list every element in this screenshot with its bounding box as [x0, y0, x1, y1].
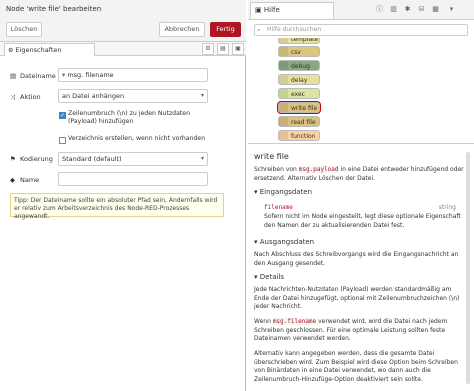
- done-button[interactable]: Fertig: [210, 22, 241, 37]
- details-paragraph-3: Alternativ kann angegeben werden, dass d…: [254, 350, 458, 383]
- action-value: an Datei anhängen: [62, 92, 125, 100]
- node-icon: [279, 38, 288, 43]
- encoding-value: Standard (default): [62, 155, 122, 163]
- newline-checkbox[interactable]: ✓: [59, 112, 66, 119]
- name-input[interactable]: [58, 172, 208, 186]
- chevron-down-icon: ▾: [254, 188, 258, 196]
- filename-input[interactable]: ▾ msg. filename: [58, 68, 208, 82]
- palette-node[interactable]: csv: [278, 46, 320, 57]
- random-icon: ⤨: [10, 93, 16, 101]
- filename-value: msg. filename: [67, 71, 114, 79]
- palette-node[interactable]: delay: [278, 74, 320, 85]
- document-icon[interactable]: ▤: [217, 43, 229, 55]
- gear-icon[interactable]: ⚙: [202, 43, 214, 55]
- createdir-checkbox[interactable]: [59, 137, 66, 144]
- info-icon[interactable]: ⓘ: [374, 4, 385, 15]
- help-intro: Schreiben von msg.payload in eine Datei …: [254, 166, 464, 182]
- cancel-button[interactable]: Abbrechen: [159, 22, 205, 37]
- encoding-select[interactable]: Standard (default) ▾: [58, 152, 208, 166]
- help-search-placeholder: Hilfe durchsuchen: [267, 26, 322, 33]
- createdir-label: Verzeichnis erstellen, wenn nicht vorhan…: [68, 135, 206, 142]
- newline-label: Zeilenumbruch (\n) zu jeden Nutzdaten (P…: [68, 110, 191, 125]
- property-row: filename string Sofern nicht im Node ein…: [264, 204, 464, 230]
- edit-tray: Node 'write file' bearbeiten Löschen Abb…: [0, 0, 246, 391]
- chevron-down-icon: ▾: [254, 273, 258, 281]
- node-icon: [279, 47, 288, 56]
- search-icon: ⌕: [257, 26, 261, 34]
- bug-icon[interactable]: ✱: [402, 4, 413, 15]
- tray-title: Node 'write file' bearbeiten: [6, 5, 102, 13]
- database-icon[interactable]: ⛁: [416, 4, 427, 15]
- outputs-text: Nach Abschluss des Schreibvorgangs wird …: [254, 251, 459, 267]
- node-icon: [279, 131, 288, 140]
- node-icon: [279, 117, 288, 126]
- palette-node[interactable]: exec: [278, 88, 320, 99]
- palette-node[interactable]: template: [278, 38, 320, 44]
- palette-node[interactable]: debug: [278, 60, 320, 71]
- palette-node[interactable]: read file: [278, 116, 320, 127]
- tab-help-label: Hilfe: [263, 6, 280, 14]
- node-icon: [279, 103, 288, 112]
- sidebar: ▣ Hilfe ⓘ ▥ ✱ ⛁ ▦ ▾ ⌕ Hilfe durchsuchen …: [248, 0, 474, 391]
- gear-small-icon: ⚙: [8, 47, 14, 54]
- name-label: Name: [20, 176, 40, 184]
- property-desc: Sofern nicht im Node eingestellt, legt d…: [264, 213, 461, 229]
- palette-node[interactable]: function: [278, 130, 320, 141]
- chevron-down-icon: ▾: [200, 155, 204, 162]
- help-scrollbar[interactable]: [466, 152, 470, 384]
- tab-help[interactable]: ▣ Hilfe: [250, 2, 334, 19]
- action-select[interactable]: an Datei anhängen ▾: [58, 89, 208, 103]
- node-icon: [279, 75, 288, 84]
- help-search-input[interactable]: ⌕ Hilfe durchsuchen: [254, 24, 468, 36]
- property-type: string: [438, 204, 456, 211]
- book-icon: ▣: [255, 6, 262, 14]
- sidebar-header: ▣ Hilfe ⓘ ▥ ✱ ⛁ ▦ ▾: [248, 0, 474, 20]
- node-icon: [279, 61, 288, 70]
- typed-input-caret-icon[interactable]: ▾: [62, 71, 65, 79]
- details-paragraph-2: Wenn msg.filename verwendet wird, wird d…: [254, 318, 448, 342]
- chevron-down-icon[interactable]: ▾: [446, 4, 457, 15]
- flag-icon: ⚑: [10, 155, 16, 163]
- details-heading[interactable]: ▾ Details: [254, 273, 284, 281]
- file-icon: ▤: [10, 72, 17, 80]
- details-paragraph-1: Jede Nachrichten-Nutzdaten (Payload) wer…: [254, 286, 460, 310]
- filename-label: Dateiname: [20, 72, 56, 80]
- tab-properties[interactable]: ⚙ Eigenschaften: [4, 43, 95, 56]
- help-title: write file: [254, 152, 289, 161]
- tag-icon: ◆: [10, 176, 15, 184]
- node-icon: [279, 89, 288, 98]
- chevron-down-icon: ▾: [200, 92, 204, 99]
- help-content: write file Schreiben von msg.payload in …: [248, 148, 474, 391]
- tray-tabbar: ⚙ Eigenschaften ⚙ ▤ ▣: [0, 42, 246, 56]
- outputs-heading[interactable]: ▾ Ausgangsdaten: [254, 238, 314, 246]
- action-label: Aktion: [20, 93, 41, 101]
- book-icon[interactable]: ▥: [388, 4, 399, 15]
- inputs-heading[interactable]: ▾ Eingangsdaten: [254, 188, 312, 196]
- chart-icon[interactable]: ▦: [430, 4, 441, 15]
- property-name: filename: [264, 204, 293, 211]
- node-palette-list: template csv debug delay exec write file…: [248, 38, 474, 144]
- encoding-label: Kodierung: [20, 155, 53, 163]
- delete-button[interactable]: Löschen: [6, 22, 42, 37]
- chevron-down-icon: ▾: [254, 238, 258, 246]
- appearance-icon[interactable]: ▣: [232, 43, 244, 55]
- tray-header: Node 'write file' bearbeiten Löschen Abb…: [0, 0, 246, 42]
- tip-box: Tipp: Der Dateiname sollte ein absoluter…: [10, 193, 224, 220]
- tab-properties-label: Eigenschaften: [15, 46, 62, 54]
- palette-node-selected[interactable]: write file: [277, 101, 321, 114]
